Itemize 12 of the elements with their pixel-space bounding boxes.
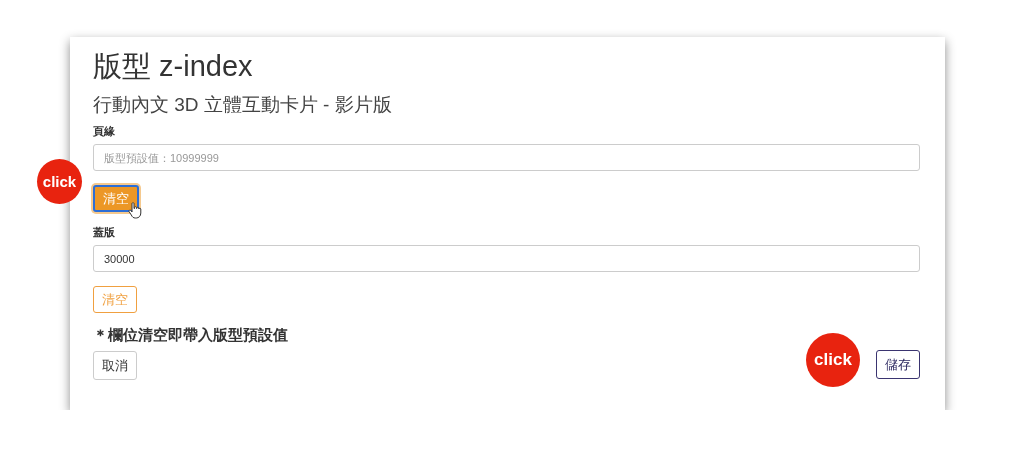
field-label: 蓋版 — [93, 225, 116, 240]
card-subtitle: 行動內文 3D 立體互動卡片 - 影片版 — [93, 93, 393, 117]
click-badge: click — [37, 159, 82, 204]
hand-cursor-icon — [128, 202, 142, 219]
save-button[interactable]: 儲存 — [876, 350, 920, 379]
input-field[interactable]: 30000 — [93, 245, 920, 272]
page-title: 版型 z-index — [93, 49, 254, 84]
cancel-button[interactable]: 取消 — [93, 351, 137, 380]
field-label: 頁緣 — [93, 124, 116, 139]
click-badge: click — [806, 333, 860, 387]
input-field[interactable]: 版型預設值：10999999 — [93, 144, 920, 171]
note-text: ＊欄位清空即帶入版型預設值 — [93, 325, 288, 345]
